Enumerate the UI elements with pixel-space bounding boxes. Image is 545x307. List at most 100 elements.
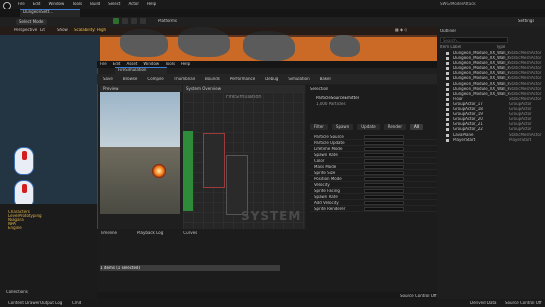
pause-icon[interactable] — [122, 18, 128, 24]
selection-label: Selection — [310, 87, 329, 91]
graph-header: System Overview — [183, 85, 305, 92]
performance-button[interactable]: Performance — [230, 77, 255, 81]
menu-file[interactable]: File — [18, 2, 25, 6]
details-rows: Particle Source Particle Update Lifetime M… — [310, 134, 438, 212]
col-type[interactable]: Type — [496, 45, 505, 49]
fire-particle — [152, 164, 166, 178]
details-row-key: Particle Source — [314, 134, 344, 139]
mouse-left-click-icon — [14, 147, 34, 175]
simulation-button[interactable]: Simulation — [288, 77, 309, 81]
tab-row — [0, 9, 545, 17]
eject-icon[interactable] — [140, 18, 146, 24]
tab-map[interactable]: DungeonSett... — [20, 9, 80, 17]
play-icon[interactable] — [113, 18, 119, 24]
output-log-button[interactable]: Output Log — [40, 301, 62, 305]
menu-build[interactable]: Build — [90, 2, 100, 6]
details-row-value[interactable] — [364, 194, 404, 199]
debug-button[interactable]: Debug — [265, 77, 278, 81]
details-row-value[interactable] — [364, 188, 404, 193]
tree-item[interactable]: Engine — [8, 226, 42, 230]
preview-sky — [100, 92, 180, 147]
tab-playback-log[interactable]: Playback Log — [137, 231, 163, 235]
ng-menu-help[interactable]: Help — [181, 62, 190, 66]
tab-render[interactable]: Render — [383, 124, 406, 130]
details-row-key: Velocity — [314, 182, 330, 187]
details-row-value[interactable] — [364, 176, 404, 181]
ng-menu-window[interactable]: Window — [143, 62, 159, 66]
collections-label[interactable]: Collections — [6, 290, 28, 294]
col-item-label[interactable]: Item Label — [440, 45, 461, 49]
emitter-node[interactable] — [226, 155, 248, 215]
menu-window[interactable]: Window — [48, 2, 64, 6]
bounds-button[interactable]: Bounds — [205, 77, 220, 81]
tab-map-label: DungeonSett... — [23, 9, 54, 14]
ng-menu-tools[interactable]: Tools — [165, 62, 175, 66]
details-row-value[interactable] — [364, 152, 404, 157]
source-control-button[interactable]: Source Control Off — [505, 301, 542, 305]
ng-menu-edit[interactable]: Edit — [113, 62, 121, 66]
project-name: SWG/ModelAttack — [440, 2, 476, 6]
niagara-source-control[interactable]: Source Control Off — [400, 294, 437, 298]
menu-actor[interactable]: Actor — [128, 2, 139, 6]
outliner-search-input[interactable]: Search... — [440, 37, 508, 43]
stop-icon[interactable] — [131, 18, 137, 24]
compile-button[interactable]: Compile — [147, 77, 163, 81]
browse-button[interactable]: Browse — [123, 77, 138, 81]
scalability-button[interactable]: Scalability: High — [74, 28, 106, 32]
baker-button[interactable]: Baker — [320, 77, 331, 81]
details-row-value[interactable] — [364, 146, 404, 151]
main-menu: File Edit Window Tools Build Select Acto… — [18, 2, 156, 6]
cmd-input[interactable]: Cmd — [72, 301, 81, 305]
content-drawer-button[interactable]: Content Drawer — [8, 301, 40, 305]
details-row-value[interactable] — [364, 140, 404, 145]
viewport-options-icon[interactable]: ▦ ◈ ◇ — [395, 28, 407, 32]
play-controls — [113, 18, 146, 24]
preview-viewport[interactable] — [100, 92, 180, 214]
derived-data-button[interactable]: Derived Data — [470, 301, 497, 305]
system-node[interactable] — [183, 131, 193, 211]
outliner-title: Outliner — [440, 29, 457, 33]
details-row-value[interactable] — [364, 170, 404, 175]
ng-menu-asset[interactable]: Asset — [126, 62, 137, 66]
settings-button[interactable]: Settings — [518, 19, 534, 23]
details-row: Sprite Renderer — [310, 206, 438, 212]
details-row-key: Position Mode — [314, 176, 342, 181]
main-toolbar — [0, 17, 545, 27]
details-row-value[interactable] — [364, 200, 404, 205]
menu-select[interactable]: Select — [108, 2, 120, 6]
rock-mesh — [243, 31, 295, 61]
details-row-value[interactable] — [364, 164, 404, 169]
show-button[interactable]: Show — [57, 28, 68, 32]
details-row-value[interactable] — [364, 206, 404, 211]
details-row-value[interactable] — [364, 182, 404, 187]
menu-help[interactable]: Help — [147, 2, 156, 6]
tab-all[interactable]: All — [410, 124, 423, 130]
details-row-key: Sprite Renderer — [314, 206, 346, 211]
ng-menu-file[interactable]: File — [100, 62, 107, 66]
perspective-button[interactable]: Perspective — [14, 28, 37, 32]
details-row-key: Particle Update — [314, 140, 345, 145]
tab-spawn[interactable]: Spawn — [331, 124, 354, 130]
details-row-value[interactable] — [364, 134, 404, 139]
niagara-menu: File Edit Asset Window Tools Help — [100, 62, 190, 66]
details-row-key: Color — [314, 158, 325, 163]
details-row-value[interactable] — [364, 158, 404, 163]
lit-button[interactable]: Lit — [40, 28, 45, 32]
system-watermark: SYSTEM — [241, 210, 302, 222]
details-row-key: Spawn Rate — [314, 152, 338, 157]
select-mode-dropdown[interactable]: Select Mode — [16, 19, 47, 25]
outliner-item[interactable]: PlayerStart PlayerStart — [446, 138, 544, 143]
tab-timeline[interactable]: Timeline — [100, 231, 117, 235]
tab-curves[interactable]: Curves — [183, 231, 197, 235]
save-button[interactable]: Save — [103, 77, 113, 81]
thumbnail-button[interactable]: Thumbnail — [174, 77, 195, 81]
emitter-node[interactable] — [203, 133, 225, 188]
tab-filter[interactable]: Filter — [310, 124, 328, 130]
platforms-button[interactable]: Platforms — [158, 19, 177, 23]
tab-update[interactable]: Update — [357, 124, 380, 130]
tab-firesimulation[interactable]: FireSimulation — [115, 67, 167, 74]
menu-edit[interactable]: Edit — [33, 2, 41, 6]
niagara-tools: Save Browse Compile Thumbnail Bounds Per… — [103, 77, 331, 81]
emitter-title: ParticleSourceEmitter — [316, 96, 360, 100]
menu-tools[interactable]: Tools — [72, 2, 82, 6]
